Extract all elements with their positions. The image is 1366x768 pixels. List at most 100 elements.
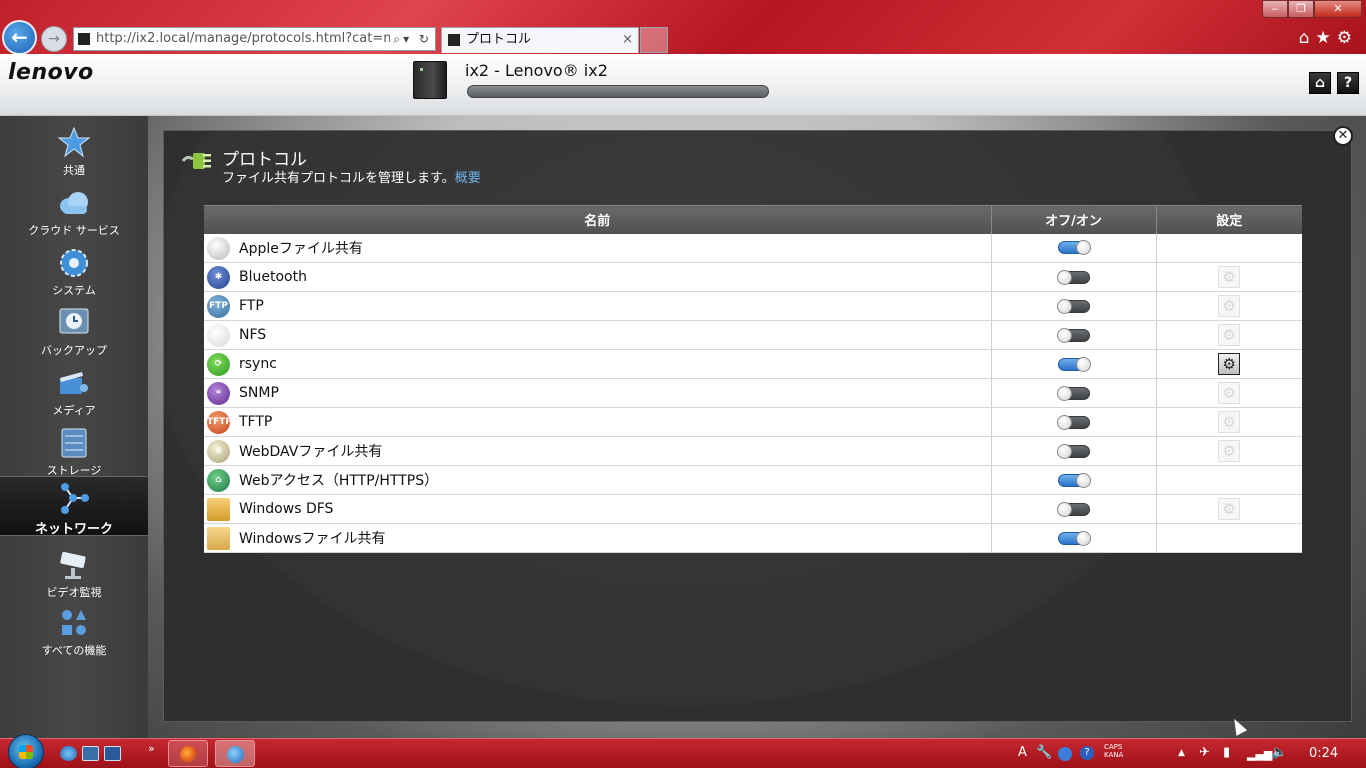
network-icon [61, 483, 89, 514]
protocol-name-cell: FTP FTP [204, 291, 992, 321]
sidebar-item-video-surveillance[interactable]: ビデオ監視 [0, 544, 148, 604]
protocol-name: Bluetooth [239, 269, 307, 285]
rsync-icon: ⟳ [207, 353, 230, 376]
toggle-knob [1056, 385, 1072, 401]
protocol-toggle-switch[interactable] [1056, 269, 1090, 285]
address-search-refresh-icon[interactable]: ⌕▾ ↻ [390, 28, 432, 50]
protocol-toggle-switch[interactable] [1057, 472, 1091, 488]
toggle-knob [1056, 327, 1072, 343]
toggle-cell [991, 523, 1157, 553]
protocol-name: Appleファイル共有 [239, 240, 363, 257]
protocol-toggle-switch[interactable] [1056, 414, 1090, 430]
new-tab-button[interactable] [640, 27, 668, 53]
maximize-button[interactable]: ❐ [1288, 0, 1314, 18]
ie-quicklaunch-icon[interactable] [60, 746, 77, 761]
settings-gear-button[interactable]: ⚙ [1218, 498, 1241, 520]
sidebar-item-label: システム [52, 284, 96, 297]
protocol-toggle-switch[interactable] [1057, 356, 1091, 372]
taskbar-ie-button[interactable] [215, 740, 255, 767]
sidebar-item-cloud-services[interactable]: クラウド サービス [0, 182, 148, 242]
address-text: http://ix2.local/manage/protocols.html?c… [96, 31, 392, 46]
overview-link[interactable]: 概要 [455, 171, 481, 186]
explorer-quicklaunch-icon[interactable] [82, 746, 99, 761]
window-close-button[interactable]: ✕ [1314, 0, 1362, 18]
protocol-name-cell: Windows DFS [204, 494, 992, 524]
table-row: ⚭ SNMP ⚙ [204, 378, 1302, 408]
protocol-name-cell: ⚭ SNMP [204, 378, 992, 408]
protocol-toggle-switch[interactable] [1056, 443, 1090, 459]
desktop-quicklaunch-icon[interactable] [104, 746, 121, 761]
home-icon[interactable]: ⌂ [1299, 28, 1316, 48]
protocol-toggle-switch[interactable] [1056, 298, 1090, 314]
settings-gear-button[interactable]: ⚙ [1218, 440, 1241, 462]
sidebar-item-label: バックアップ [41, 344, 107, 357]
settings-cell [1156, 233, 1302, 263]
protocol-toggle-switch[interactable] [1057, 530, 1091, 546]
sidebar-item-storage[interactable]: ストレージ [0, 422, 148, 482]
caps-label: CAPS [1104, 743, 1123, 751]
tab-close-icon[interactable]: × [622, 28, 633, 52]
browser-tool-icons[interactable]: ⌂★⚙ [1299, 28, 1358, 48]
toggle-cell [991, 465, 1157, 495]
favorites-star-icon[interactable]: ★ [1316, 28, 1337, 48]
settings-gear-button[interactable]: ⚙ [1218, 411, 1241, 433]
settings-gear-button[interactable]: ⚙ [1218, 295, 1241, 317]
pin-icon[interactable]: ✈ [1199, 745, 1210, 760]
sidebar-item-backup[interactable]: バックアップ [0, 302, 148, 362]
help-button[interactable]: ? [1337, 72, 1359, 94]
toggle-cell [991, 320, 1157, 350]
nfs-penguin-icon [207, 324, 230, 347]
table-row: FTP FTP ⚙ [204, 291, 1302, 321]
quicklaunch-more-icon[interactable]: » [148, 742, 155, 755]
toggle-knob [1075, 240, 1091, 256]
sidebar-item-label: 共通 [63, 164, 85, 177]
minimize-button[interactable]: ‒ [1262, 0, 1288, 18]
toggle-cell [991, 291, 1157, 321]
ime-mode-indicator[interactable]: A [1018, 745, 1027, 760]
protocol-plug-icon [181, 153, 211, 169]
usb-device-icon[interactable]: ▮ [1223, 745, 1230, 760]
sidebar-item-network[interactable]: ネットワーク [0, 476, 148, 537]
network-signal-icon[interactable]: ▂▄▆ [1247, 748, 1272, 761]
ime-tools-icon[interactable]: 🔧 [1036, 745, 1052, 760]
sidebar-item-label: クラウド サービス [28, 224, 120, 237]
table-row: ✱ Bluetooth ⚙ [204, 262, 1302, 292]
toggle-cell [991, 436, 1157, 466]
taskbar-clock[interactable]: 0:24 [1309, 746, 1338, 761]
settings-gear-button[interactable]: ⚙ [1218, 353, 1241, 375]
settings-cell: ⚙ [1156, 349, 1302, 379]
taskbar-firefox-button[interactable] [168, 740, 208, 767]
table-row: Windows DFS ⚙ [204, 494, 1302, 524]
ime-pad-icon[interactable] [1058, 747, 1072, 761]
settings-gear-icon[interactable]: ⚙ [1337, 28, 1358, 48]
address-bar[interactable]: http://ix2.local/manage/protocols.html?c… [73, 27, 436, 51]
show-hidden-icons-icon[interactable]: ▲ [1178, 748, 1185, 758]
protocol-toggle-switch[interactable] [1056, 385, 1090, 401]
table-row: ⟳ rsync ⚙ [204, 349, 1302, 379]
taskbar: » A 🔧 ? CAPS KANA ▲ ✈ ▮ ▂▄▆ 🔈 0:24 [0, 734, 1366, 768]
protocol-toggle-switch[interactable] [1057, 240, 1091, 256]
table-row: Appleファイル共有 [204, 233, 1302, 263]
sidebar-item-all-features[interactable]: すべての機能 [0, 602, 148, 662]
settings-gear-button[interactable]: ⚙ [1218, 382, 1241, 404]
sidebar-item-media[interactable]: メディア [0, 362, 148, 422]
browser-tab[interactable]: プロトコル × [441, 27, 639, 53]
settings-cell [1156, 465, 1302, 495]
panel-close-button[interactable]: ✕ [1333, 126, 1353, 146]
protocol-toggle-switch[interactable] [1056, 327, 1090, 343]
ime-help-icon[interactable]: ? [1080, 746, 1094, 760]
sidebar-item-system[interactable]: システム [0, 242, 148, 302]
volume-icon[interactable]: 🔈 [1271, 745, 1287, 760]
toggle-knob [1075, 472, 1091, 488]
forward-button[interactable]: → [41, 26, 67, 52]
start-button[interactable] [8, 734, 44, 768]
protocol-name-cell: ⌂ Webアクセス（HTTP/HTTPS） [204, 465, 992, 495]
back-button[interactable]: ← [2, 20, 37, 55]
home-button[interactable]: ⌂ [1309, 72, 1331, 94]
settings-gear-button[interactable]: ⚙ [1218, 324, 1241, 346]
toggle-cell [991, 378, 1157, 408]
tab-favicon-icon [448, 34, 460, 46]
settings-gear-button[interactable]: ⚙ [1218, 266, 1241, 288]
protocol-toggle-switch[interactable] [1056, 501, 1090, 517]
sidebar-item-common[interactable]: 共通 [0, 122, 148, 182]
